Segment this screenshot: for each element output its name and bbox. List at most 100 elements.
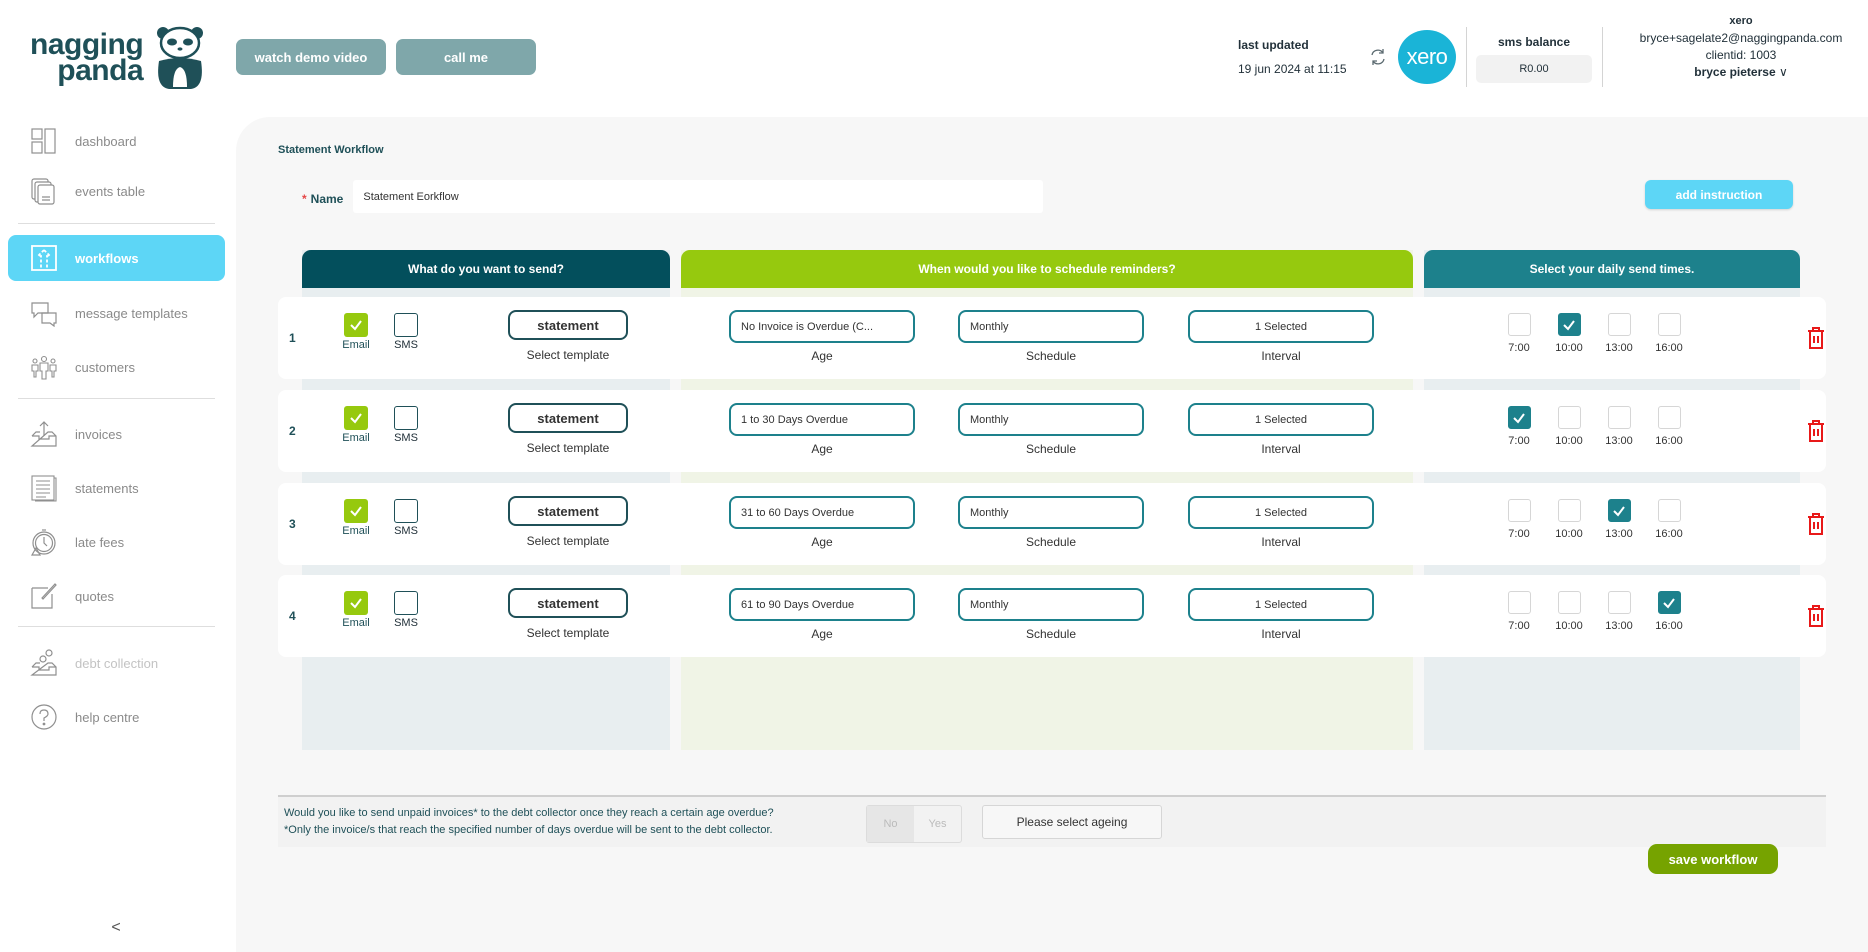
template-select-button[interactable]: statement <box>508 496 628 526</box>
sidebar-item-help-centre[interactable]: help centre <box>8 694 225 740</box>
checkbox-box[interactable] <box>1557 313 1581 336</box>
template-select-button[interactable]: statement <box>508 403 628 433</box>
time-slot-checkbox[interactable]: 16:00 <box>1649 499 1689 540</box>
checkbox-box[interactable] <box>394 591 418 615</box>
time-slot-checkbox[interactable]: 10:00 <box>1549 313 1589 354</box>
checkbox-box[interactable] <box>1507 406 1531 429</box>
checkbox-box[interactable] <box>1557 406 1581 429</box>
checkbox-box[interactable] <box>1607 591 1631 614</box>
ageing-select[interactable]: Please select ageing <box>982 805 1162 839</box>
checkbox-box[interactable] <box>1657 313 1681 336</box>
checkbox-box[interactable] <box>1607 499 1631 522</box>
email-checkbox[interactable]: Email <box>336 313 376 351</box>
sidebar-item-statements[interactable]: statements <box>8 465 225 511</box>
toggle-no[interactable]: No <box>867 806 914 842</box>
time-slot-checkbox[interactable]: 10:00 <box>1549 406 1589 447</box>
age-dropdown[interactable]: No Invoice is Overdue (C... <box>729 310 915 343</box>
trash-icon[interactable] <box>1806 512 1826 536</box>
time-slot-checkbox[interactable]: 10:00 <box>1549 499 1589 540</box>
logo[interactable]: nagging panda <box>30 25 209 91</box>
interval-multiselect[interactable]: 1 Selected <box>1188 310 1374 343</box>
sidebar-item-label: quotes <box>75 588 115 604</box>
schedule-dropdown[interactable]: Monthly <box>958 403 1144 436</box>
time-slot-checkbox[interactable]: 13:00 <box>1599 591 1639 632</box>
sidebar-divider <box>18 223 215 224</box>
time-slot-checkbox[interactable]: 13:00 <box>1599 313 1639 354</box>
email-checkbox[interactable]: Email <box>336 591 376 629</box>
checkbox-box[interactable] <box>1557 591 1581 614</box>
add-instruction-button[interactable]: add instruction <box>1645 180 1793 209</box>
sms-checkbox[interactable]: SMS <box>386 591 426 629</box>
debt-yes-no-toggle[interactable]: No Yes <box>866 805 962 843</box>
checkbox-box[interactable] <box>344 591 368 615</box>
sidebar-item-workflows[interactable]: workflows <box>8 235 225 281</box>
age-dropdown[interactable]: 61 to 90 Days Overdue <box>729 588 915 621</box>
email-checkbox[interactable]: Email <box>336 499 376 537</box>
checkbox-box[interactable] <box>1507 499 1531 522</box>
time-slot-checkbox[interactable]: 13:00 <box>1599 406 1639 447</box>
checkbox-box[interactable] <box>1657 406 1681 429</box>
time-slot-checkbox[interactable]: 16:00 <box>1649 406 1689 447</box>
time-slot-checkbox[interactable]: 7:00 <box>1499 591 1539 632</box>
watch-demo-video-button[interactable]: watch demo video <box>236 39 386 75</box>
sms-checkbox[interactable]: SMS <box>386 406 426 444</box>
sidebar-item-late-fees[interactable]: late fees <box>8 519 225 565</box>
checkbox-box[interactable] <box>394 313 418 337</box>
sidebar-item-dashboard[interactable]: dashboard <box>8 118 225 164</box>
trash-icon[interactable] <box>1806 419 1826 443</box>
age-dropdown[interactable]: 31 to 60 Days Overdue <box>729 496 915 529</box>
sidebar-item-events-table[interactable]: events table <box>8 168 225 214</box>
time-slot-checkbox[interactable]: 10:00 <box>1549 591 1589 632</box>
schedule-dropdown[interactable]: Monthly <box>958 310 1144 343</box>
checkbox-box[interactable] <box>1607 313 1631 336</box>
time-slot-checkbox[interactable]: 7:00 <box>1499 313 1539 354</box>
template-select-button[interactable]: statement <box>508 310 628 340</box>
interval-multiselect[interactable]: 1 Selected <box>1188 496 1374 529</box>
toggle-yes[interactable]: Yes <box>914 806 961 842</box>
checkbox-box[interactable] <box>394 499 418 523</box>
sms-checkbox[interactable]: SMS <box>386 499 426 537</box>
workflow-name-input[interactable] <box>353 180 1044 213</box>
sidebar-item-quotes[interactable]: quotes <box>8 573 225 619</box>
trash-icon[interactable] <box>1806 326 1826 350</box>
checkbox-box[interactable] <box>1657 591 1681 614</box>
time-slot-checkbox[interactable]: 7:00 <box>1499 499 1539 540</box>
checkbox-box[interactable] <box>394 406 418 430</box>
time-slot-checkbox[interactable]: 13:00 <box>1599 499 1639 540</box>
interval-label: Interval <box>1261 442 1301 456</box>
refresh-icon[interactable] <box>1368 47 1388 67</box>
checkbox-box[interactable] <box>1507 591 1531 614</box>
help-centre-icon <box>31 704 57 730</box>
sidebar: dashboard events table workflows message… <box>0 118 236 952</box>
email-checkbox[interactable]: Email <box>336 406 376 444</box>
sidebar-item-message-templates[interactable]: message templates <box>8 290 225 336</box>
trash-icon[interactable] <box>1806 604 1826 628</box>
checkbox-box[interactable] <box>344 313 368 337</box>
interval-multiselect[interactable]: 1 Selected <box>1188 588 1374 621</box>
checkbox-box[interactable] <box>1657 499 1681 522</box>
checkbox-box[interactable] <box>344 406 368 430</box>
schedule-dropdown[interactable]: Monthly <box>958 496 1144 529</box>
call-me-button[interactable]: call me <box>396 39 536 75</box>
sms-checkbox[interactable]: SMS <box>386 313 426 351</box>
time-slot-checkbox[interactable]: 16:00 <box>1649 313 1689 354</box>
debt-collector-text: Would you like to send unpaid invoices* … <box>284 805 774 839</box>
sidebar-item-invoices[interactable]: invoices <box>8 411 225 457</box>
checkbox-box[interactable] <box>1507 313 1531 336</box>
interval-multiselect[interactable]: 1 Selected <box>1188 403 1374 436</box>
collapse-sidebar-chevron-left-icon[interactable]: < <box>108 920 124 936</box>
age-label: Age <box>811 535 833 549</box>
account-menu[interactable]: xero bryce+sagelate2@naggingpanda.com cl… <box>1616 13 1866 81</box>
schedule-dropdown[interactable]: Monthly <box>958 588 1144 621</box>
time-slot-checkbox[interactable]: 16:00 <box>1649 591 1689 632</box>
time-slot-checkbox[interactable]: 7:00 <box>1499 406 1539 447</box>
checkbox-box[interactable] <box>1557 499 1581 522</box>
save-workflow-button[interactable]: save workflow <box>1648 844 1778 874</box>
checkbox-box[interactable] <box>1607 406 1631 429</box>
template-select-button[interactable]: statement <box>508 588 628 618</box>
checkbox-box[interactable] <box>344 499 368 523</box>
account-user[interactable]: bryce pieterse ∨ <box>1616 64 1866 81</box>
age-dropdown[interactable]: 1 to 30 Days Overdue <box>729 403 915 436</box>
sidebar-item-customers[interactable]: customers <box>8 344 225 390</box>
sidebar-item-debt-collection[interactable]: debt collection <box>8 640 225 686</box>
